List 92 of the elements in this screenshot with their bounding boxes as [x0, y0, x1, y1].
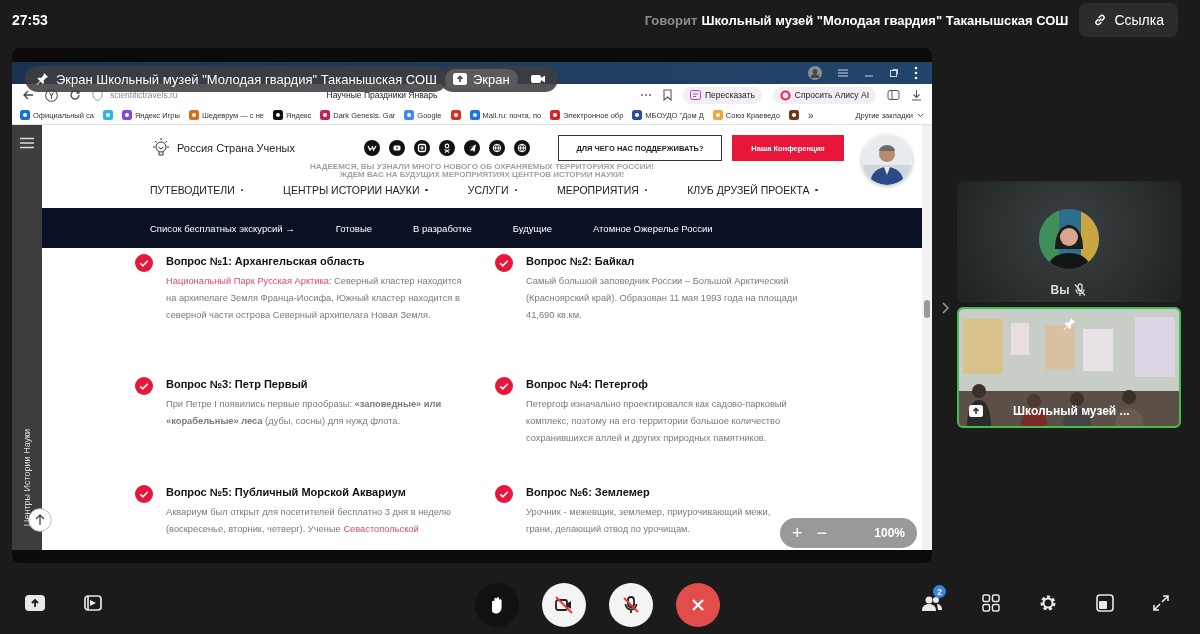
speaker-label: Говорит: [644, 12, 698, 28]
dropdown-dot-icon: [815, 188, 818, 192]
zoom-level: 100%: [874, 526, 905, 540]
participant-name: Школьный музей ...: [1013, 404, 1130, 418]
more-bookmarks-button[interactable]: »: [807, 109, 814, 121]
lightbulb-icon: [150, 137, 172, 159]
banner-text: ЖДЕМ ВАС НА БУДУЩИХ МЕРОПРИЯТИЯХ ЦЕНТРОВ ИСТОРИИ НАУКИ!: [339, 171, 625, 179]
nav-link[interactable]: КЛУБ ДРУЗЕЙ ПРОЕКТА: [687, 184, 818, 196]
social-link-icon[interactable]: [489, 140, 505, 156]
people-icon: [920, 594, 944, 612]
nav-link[interactable]: ПУТЕВОДИТЕЛИ: [150, 184, 244, 196]
question-text: При Петре I появились первые прообразы: «заповедные» или «корабельные» леса (дубы, сосны) для нужд флота.: [166, 398, 443, 428]
link[interactable]: Севастопольской: [343, 524, 419, 534]
social-link-icon[interactable]: [439, 140, 455, 156]
social-link-icon[interactable]: [389, 140, 405, 156]
question-title: Вопрос №1: Архангельская область: [166, 254, 366, 268]
site-icon: [20, 110, 30, 120]
retell-button[interactable]: Пересказать: [683, 86, 762, 104]
menu-icon[interactable]: [19, 137, 35, 149]
call-timer: 27:53: [12, 12, 48, 28]
social-link-icon[interactable]: [364, 140, 380, 156]
site-icon: [469, 110, 480, 120]
subnav-link[interactable]: Список бесплатных экскурсий →: [150, 222, 295, 234]
participant-name: Вы: [1050, 283, 1070, 297]
social-link-icon[interactable]: [464, 140, 480, 156]
bookmark-icon[interactable]: [788, 110, 799, 120]
chevron-right-icon[interactable]: [940, 301, 949, 314]
site-logo-text: Россия Страна Ученых: [177, 142, 295, 154]
link-icon: [1093, 13, 1108, 27]
play-frame-icon: [84, 594, 102, 612]
page-title: Научные Праздники Январь: [326, 90, 438, 100]
layout-icon: [1096, 594, 1114, 612]
layout-button[interactable]: [1096, 594, 1114, 615]
ask-ai-button[interactable]: Спросить Алису AI: [772, 86, 876, 104]
nav-link[interactable]: ЦЕНТРЫ ИСТОРИИ НАУКИ: [283, 184, 428, 196]
question-title: Вопрос №6: Землемер: [526, 485, 651, 499]
social-link-icon[interactable]: [514, 140, 530, 156]
subnav-link[interactable]: Будущие: [512, 222, 552, 234]
question-text: Петергоф изначально проектировался как садово-парковый комплекс, поэтому на его территории большое количество сохранившихся аллей и других природных памятников.: [526, 398, 788, 445]
participant-count-badge: 2: [933, 585, 946, 598]
link[interactable]: Национальный Парк Русская Арктика: [166, 276, 329, 286]
banner-text: НАДЕЕМСЯ, ВЫ УЗНАЛИ МНОГО НОВОГО ОБ ОХРАНЯЕМЫХ ТЕРРИТОРИЯХ РОССИИ!: [310, 163, 654, 171]
site-icon: [273, 110, 283, 120]
speaker-name: Школьный музей "Молодая гвардия" Таканышская СОШ: [701, 12, 1069, 28]
back-icon[interactable]: [22, 89, 34, 101]
site-icon: [632, 110, 643, 120]
presenter-label: Экран Школьный музей "Молодая гвардия" Таканышская СОШ: [56, 71, 437, 87]
more-icon[interactable]: [914, 66, 918, 80]
nav-link[interactable]: МЕРОПРИЯТИЯ: [556, 184, 648, 196]
site-icon: [550, 110, 561, 120]
social-link-icon[interactable]: [414, 140, 430, 156]
scroll-thumb[interactable]: [924, 300, 930, 318]
subnav-link[interactable]: Готовые: [335, 222, 373, 234]
question-text: Аквариум был открыт для посетителей бесплатно 3 дня в неделю (воскресенье, вторник, четверг). Ученые Севастопольской: [166, 506, 453, 536]
site-icon: [121, 110, 132, 120]
question-text: Самый большой заповедник России – Большой Арктический (Красноярский край). Образован 11 мая 1993 года на площади 41,690 кв.км.: [526, 275, 799, 322]
link-button[interactable]: Ссылка: [1079, 3, 1178, 37]
profile-icon[interactable]: [808, 66, 822, 80]
question-text: Урочник - межевщик, землемер, приурочивающий межи, грани, делающий отвод по урочищам.: [526, 506, 772, 536]
chevron-down-icon: [917, 112, 924, 118]
dropdown-dot-icon: [425, 188, 428, 192]
dots-icon[interactable]: [640, 93, 652, 97]
question-title: Вопрос №4: Петергоф: [526, 377, 649, 391]
question-title: Вопрос №5: Публичный Морской Аквариум: [166, 485, 407, 499]
panel-icon[interactable]: [887, 89, 900, 101]
bookmark-icon[interactable]: [450, 110, 461, 120]
address-field[interactable]: scientifictravels.ru: [110, 90, 178, 100]
screen-button[interactable]: Экран: [445, 69, 518, 89]
subnav-link[interactable]: В разработке: [413, 222, 472, 234]
site-icon: [320, 110, 331, 120]
camera-icon[interactable]: [529, 73, 546, 85]
reload-icon[interactable]: [69, 89, 81, 101]
site-icon: [404, 110, 415, 120]
expand-icon: [1152, 594, 1170, 612]
nav-link[interactable]: УСЛУГИ: [467, 184, 518, 196]
site-icon: [712, 110, 723, 120]
upload-icon: [24, 594, 46, 612]
bookmark-icon[interactable]: [663, 89, 672, 101]
question-title: Вопрос №2: Байкал: [526, 254, 636, 268]
pin-icon: [35, 72, 49, 86]
download-icon[interactable]: [911, 89, 922, 101]
restore-icon[interactable]: [889, 68, 899, 78]
ring-icon: [779, 89, 791, 101]
camera-off-icon: [552, 593, 575, 616]
subnav-link[interactable]: Атомное Ожерелье России: [593, 222, 713, 234]
share-icon: [453, 73, 467, 85]
question-text: Национальный Парк Русская Арктика: Северный кластер находится на архипелаге Земля Франца-Иосифа, Южный кластер находится в северной части острова Северный архипелага Новая Земля.: [166, 275, 463, 322]
question-title: Вопрос №3: Петр Первый: [166, 377, 309, 391]
site-icon: [188, 110, 199, 120]
gear-icon: [1038, 593, 1058, 613]
grid-view-button[interactable]: [982, 594, 1000, 615]
grid-icon: [982, 594, 1000, 612]
